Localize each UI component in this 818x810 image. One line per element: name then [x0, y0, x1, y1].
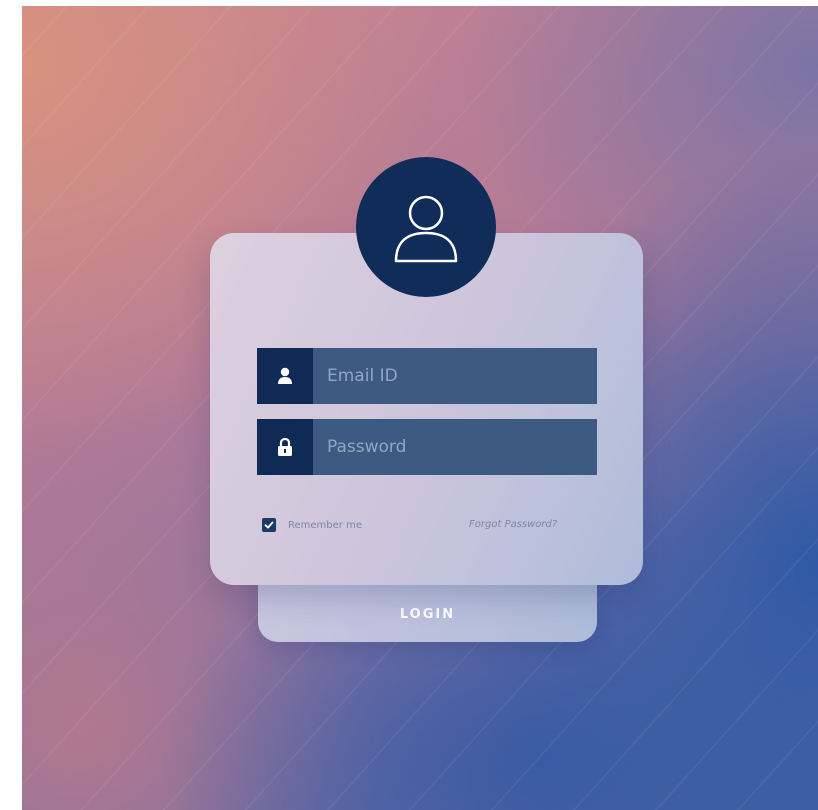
user-icon — [257, 348, 313, 404]
user-outline-icon — [394, 195, 458, 263]
page: LOGIN R — [0, 0, 818, 810]
forgot-password-link[interactable]: Forgot Password? — [469, 519, 557, 530]
remember-me-label: Remember me — [288, 519, 362, 531]
remember-me-checkbox[interactable] — [262, 518, 276, 532]
login-button[interactable]: LOGIN — [258, 586, 597, 642]
lock-icon — [257, 419, 313, 475]
password-input[interactable] — [327, 419, 587, 475]
password-field — [257, 419, 597, 475]
email-field — [257, 348, 597, 404]
email-input[interactable] — [327, 348, 587, 404]
avatar — [356, 157, 496, 297]
remember-me: Remember me — [262, 517, 362, 533]
check-icon — [264, 521, 274, 529]
